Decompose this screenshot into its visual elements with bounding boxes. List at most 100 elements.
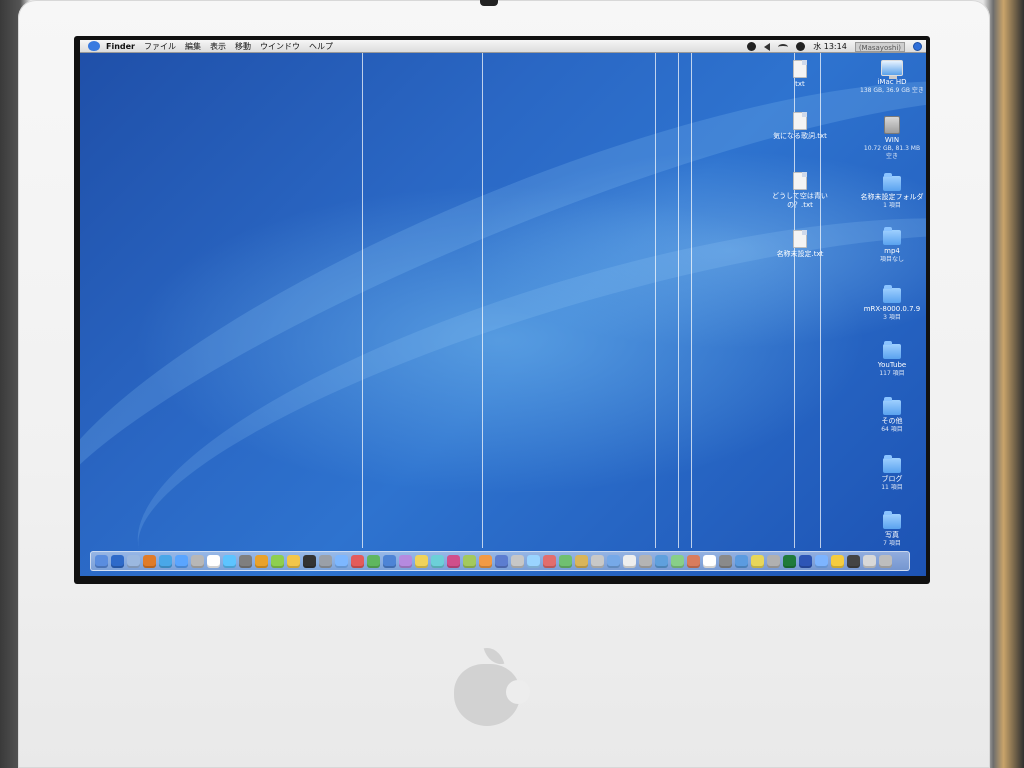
apple-logo-bite [506, 680, 530, 704]
desktop-drive[interactable]: WIN 10.72 GB, 81.3 MB 空き [860, 116, 924, 161]
app-icon[interactable] [719, 554, 732, 568]
desktop-folder[interactable]: ブログ 11 項目 [860, 455, 924, 492]
desktop-drive-info: 10.72 GB, 81.3 MB 空き [863, 145, 921, 160]
vlc-icon[interactable] [287, 554, 300, 568]
app-icon[interactable] [399, 554, 412, 568]
desktop-file[interactable]: txt [768, 60, 832, 89]
desktop-folder-count: 117 項目 [879, 370, 905, 377]
desktop-file[interactable]: どうして空は青いの？.txt [768, 172, 832, 210]
dashboard-icon[interactable] [111, 554, 124, 568]
desktop-folder[interactable]: mRX-8000.0.7.9 3 項目 [860, 285, 924, 322]
desktop-drive-label: iMac HD [877, 78, 907, 86]
status-icon[interactable] [747, 42, 757, 51]
dock [90, 551, 910, 571]
app-icon[interactable] [447, 554, 460, 568]
app-icon[interactable] [351, 554, 364, 568]
garageband-icon[interactable] [255, 554, 268, 568]
desktop-file[interactable]: 名称未設定.txt [768, 230, 832, 259]
desktop-folder-label: 写真 [885, 531, 899, 539]
user-menu[interactable]: (Masayoshi) [854, 41, 905, 52]
app-icon[interactable] [479, 554, 492, 568]
desktop-file-label: どうして空は青いの？.txt [772, 192, 828, 209]
apple-menu-icon[interactable] [88, 41, 100, 51]
desktop-folder[interactable]: YouTube 117 項目 [860, 341, 924, 378]
menu-help[interactable]: ヘルプ [309, 41, 333, 52]
safari-icon[interactable] [175, 554, 188, 568]
desktop-folder[interactable]: その他 64 項目 [860, 397, 924, 434]
app-icon[interactable] [831, 554, 844, 568]
display-artifact-line [691, 52, 692, 548]
firefox-icon[interactable] [143, 554, 156, 568]
app-icon[interactable] [591, 554, 604, 568]
display-artifact-line [655, 52, 656, 548]
imovie-icon[interactable] [239, 554, 252, 568]
folder-icon [883, 397, 901, 415]
app-icon[interactable] [415, 554, 428, 568]
app-icon[interactable] [767, 554, 780, 568]
preview-icon[interactable] [271, 554, 284, 568]
spotlight-icon[interactable] [913, 42, 922, 51]
app-icon[interactable] [735, 554, 748, 568]
wifi-icon[interactable] [778, 43, 789, 50]
trash-icon[interactable] [879, 554, 892, 568]
app-icon[interactable] [847, 554, 860, 568]
app-icon[interactable] [335, 554, 348, 568]
desktop-file-label: 名称未設定.txt [776, 250, 824, 258]
app-icon[interactable] [607, 554, 620, 568]
desktop-folder-count: 1 項目 [883, 202, 901, 209]
app-icon[interactable] [671, 554, 684, 568]
desktop-folder-count: 64 項目 [881, 426, 903, 433]
desktop-folder-count: 7 項目 [883, 540, 901, 547]
app-icon[interactable] [367, 554, 380, 568]
app-icon[interactable] [623, 554, 636, 568]
mail-icon[interactable] [127, 554, 140, 568]
clock[interactable]: 水 13:14 [813, 41, 847, 52]
app-icon[interactable] [751, 554, 764, 568]
menu-view[interactable]: 表示 [210, 41, 226, 52]
app-icon[interactable] [703, 554, 716, 568]
app-icon[interactable] [543, 554, 556, 568]
ical-icon[interactable] [207, 554, 220, 568]
app-icon[interactable] [559, 554, 572, 568]
menu-bar: Finder ファイル 編集 表示 移動 ウインドウ ヘルプ 水 13:14 (… [80, 40, 926, 53]
app-icon[interactable] [495, 554, 508, 568]
input-method-icon[interactable] [796, 42, 806, 51]
excel-icon[interactable] [783, 554, 796, 568]
desktop-folder[interactable]: mp4 項目なし [860, 227, 924, 264]
menu-go[interactable]: 移動 [235, 41, 251, 52]
app-icon[interactable] [527, 554, 540, 568]
folder-icon [883, 227, 901, 245]
text-file-icon [793, 172, 807, 190]
address-book-icon[interactable] [191, 554, 204, 568]
desktop-drive[interactable]: iMac HD 138 GB, 36.9 GB 空き [860, 60, 924, 95]
app-icon[interactable] [655, 554, 668, 568]
app-icon[interactable] [511, 554, 524, 568]
finder-icon[interactable] [95, 554, 108, 568]
folder-icon [883, 285, 901, 303]
folder-icon [883, 341, 901, 359]
menu-edit[interactable]: 編集 [185, 41, 201, 52]
apple-logo [454, 644, 530, 726]
desktop-folder[interactable]: 名称未設定フォルダ 1 項目 [860, 173, 924, 210]
app-icon[interactable] [863, 554, 876, 568]
app-icon[interactable] [463, 554, 476, 568]
desktop-file[interactable]: 気になる歌詞.txt [768, 112, 832, 141]
terminal-icon[interactable] [303, 554, 316, 568]
app-icon[interactable] [687, 554, 700, 568]
app-icon[interactable] [815, 554, 828, 568]
text-file-icon [793, 60, 807, 78]
menu-file[interactable]: ファイル [144, 41, 176, 52]
app-icon[interactable] [383, 554, 396, 568]
app-icon[interactable] [639, 554, 652, 568]
word-icon[interactable] [799, 554, 812, 568]
desktop-folder[interactable]: 写真 7 項目 [860, 511, 924, 548]
itunes-icon[interactable] [159, 554, 172, 568]
app-icon[interactable] [431, 554, 444, 568]
desktop-folder-label: その他 [881, 417, 903, 425]
menu-window[interactable]: ウインドウ [260, 41, 300, 52]
app-icon[interactable] [575, 554, 588, 568]
system-preferences-icon[interactable] [319, 554, 332, 568]
menu-finder[interactable]: Finder [106, 42, 135, 51]
volume-icon[interactable] [764, 42, 771, 51]
iphoto-icon[interactable] [223, 554, 236, 568]
